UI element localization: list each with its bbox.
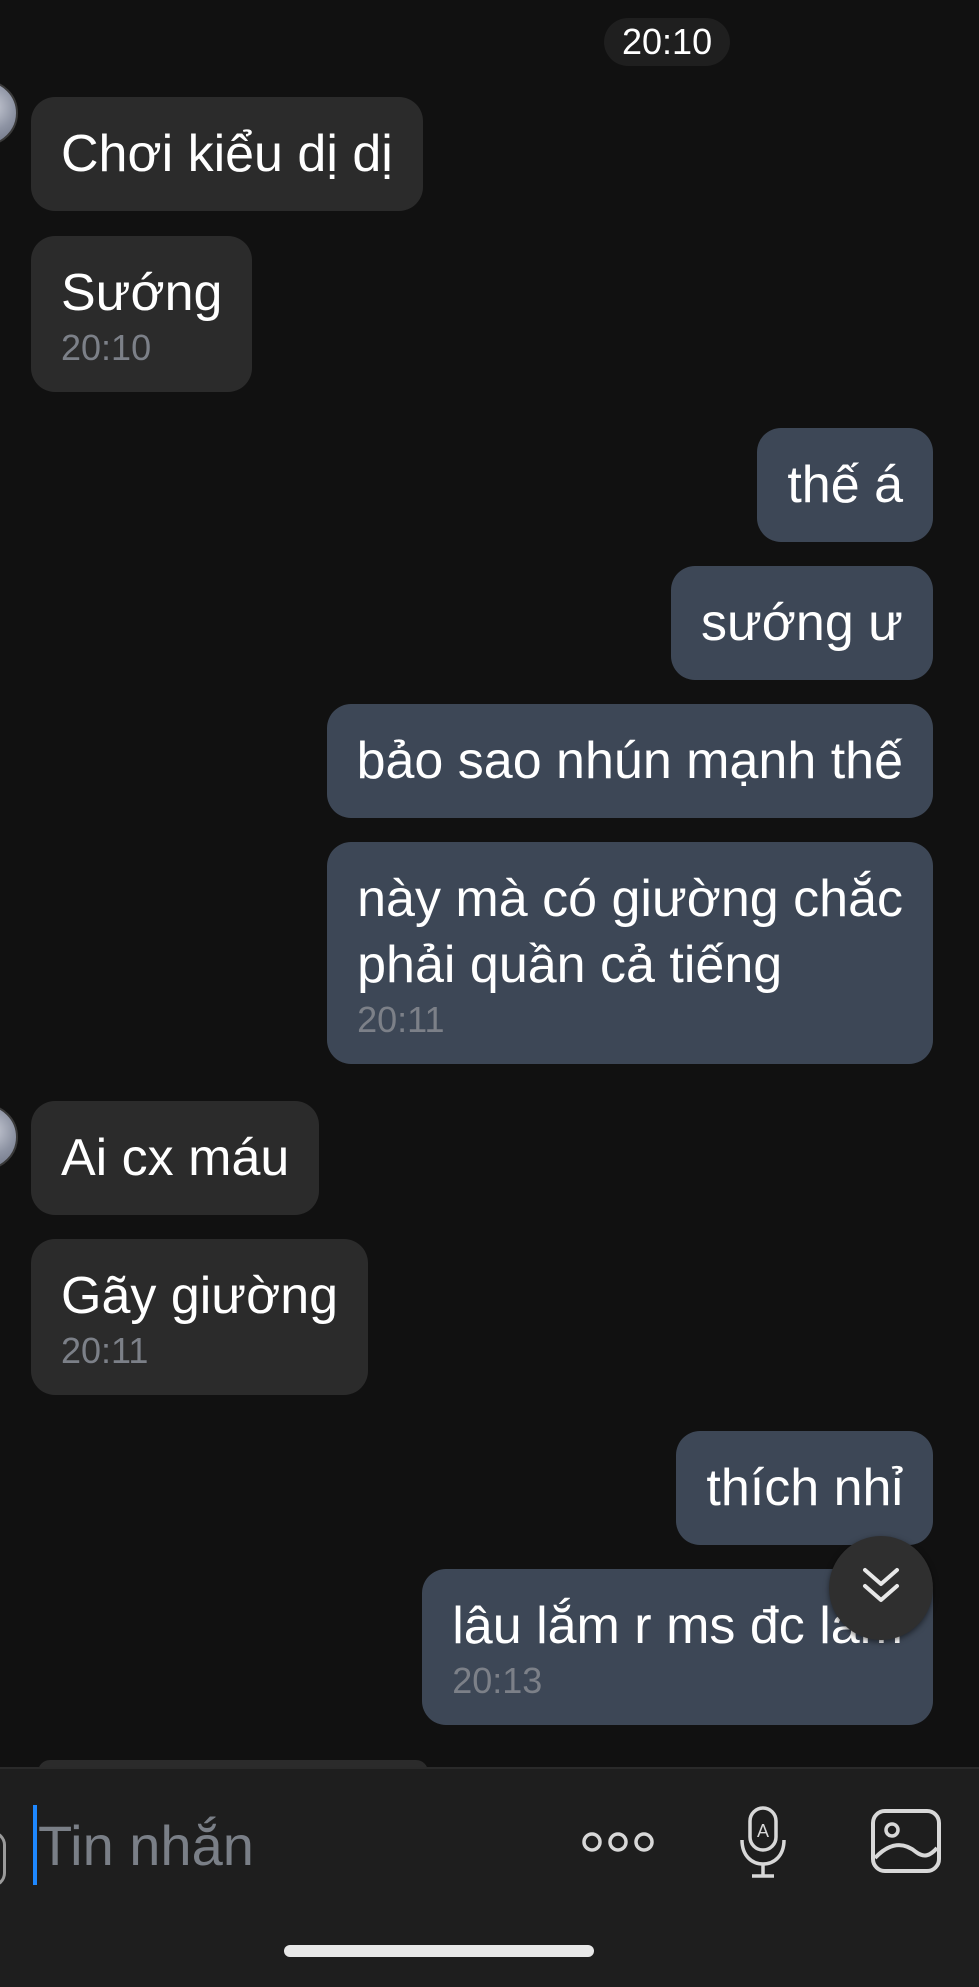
message-text: Chơi kiểu dị dị [61, 125, 393, 183]
outgoing-message-bubble[interactable]: thế á [757, 428, 933, 542]
gallery-button[interactable] [868, 1803, 944, 1883]
contact-avatar[interactable] [0, 1104, 18, 1170]
incoming-message-bubble[interactable]: Gãy giường 20:11 [31, 1239, 369, 1395]
contact-avatar[interactable] [0, 80, 18, 146]
home-indicator[interactable] [284, 1945, 594, 1957]
outgoing-message-bubble[interactable]: sướng ư [670, 566, 933, 680]
outgoing-message-bubble[interactable]: bảo sao nhún mạnh thế [326, 704, 933, 818]
outgoing-message-bubble[interactable]: thích nhỉ [676, 1431, 933, 1545]
more-dots-icon [580, 1827, 656, 1862]
message-text: bảo sao nhún mạnh thế [356, 732, 903, 790]
message-text: thế á [787, 456, 903, 514]
outgoing-message-bubble[interactable]: này mà có giường chắc phải quần cả tiếng… [327, 842, 933, 1064]
message-text: Ai cx máu [61, 1129, 290, 1187]
message-timestamp: 20:13 [452, 1660, 543, 1701]
gallery-image-icon [870, 1808, 942, 1879]
incoming-message-bubble[interactable]: Chơi kiểu dị dị [31, 97, 423, 211]
more-options-button[interactable] [578, 1809, 658, 1879]
chat-screen: 20:10 Chơi kiểu dị dị Sướng 20:10 thế á … [0, 0, 979, 1987]
voice-input-button[interactable]: A [730, 1799, 796, 1889]
svg-text:A: A [757, 1821, 769, 1841]
double-chevron-down-icon [859, 1564, 903, 1613]
incoming-message-bubble[interactable]: Ai cx máu [31, 1101, 320, 1215]
message-input[interactable] [38, 1805, 538, 1885]
message-text: sướng ư [700, 594, 903, 652]
message-text: này mà có giường chắc phải quần cả tiếng [357, 870, 903, 994]
time-separator: 20:10 [604, 18, 731, 66]
message-text: Sướng [61, 264, 223, 322]
incoming-message-bubble[interactable]: Sướng 20:10 [31, 236, 253, 392]
message-timestamp: 20:10 [61, 327, 152, 368]
scroll-to-bottom-button[interactable] [829, 1536, 933, 1640]
message-text: thích nhỉ [706, 1459, 903, 1517]
text-caret [33, 1805, 37, 1885]
message-text: Gãy giường [61, 1267, 339, 1325]
voice-text-mic-icon: A [736, 1804, 790, 1885]
message-timestamp: 20:11 [357, 999, 445, 1040]
expand-icon[interactable] [0, 1831, 6, 1887]
message-timestamp: 20:11 [61, 1330, 149, 1371]
